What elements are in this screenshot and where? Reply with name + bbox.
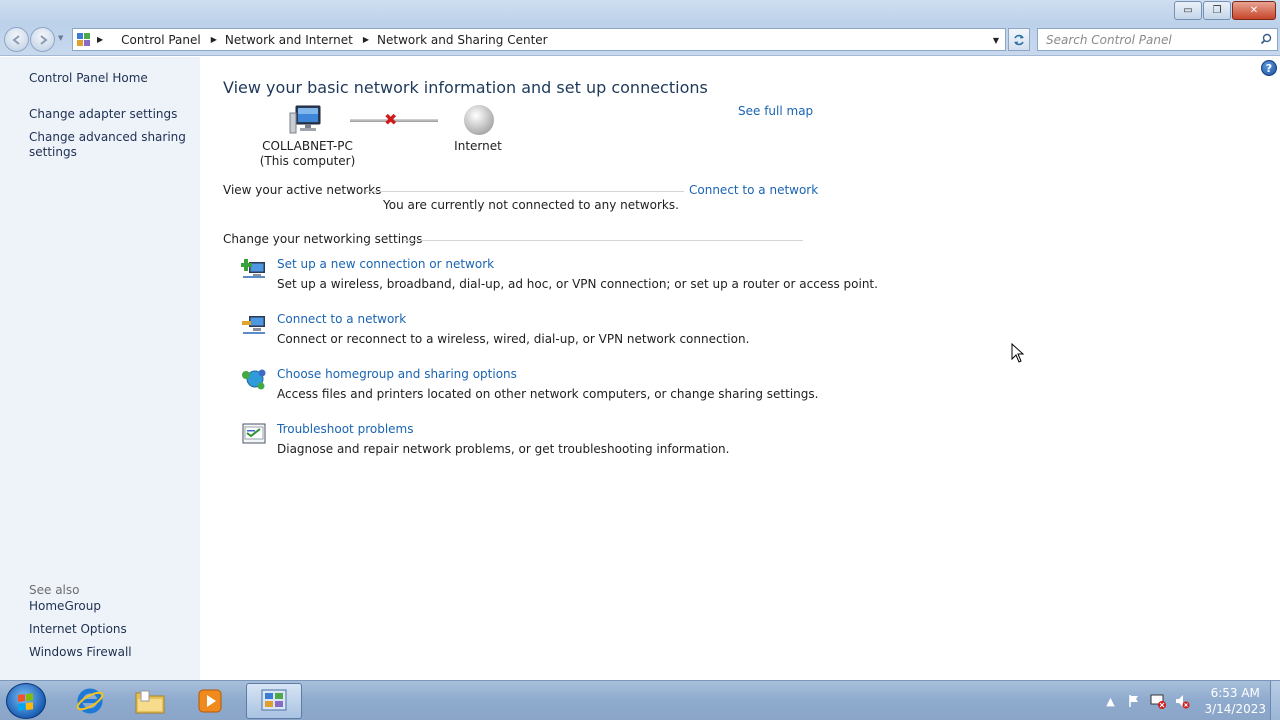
active-networks-label: View your active networks	[223, 183, 382, 197]
divider	[404, 240, 803, 241]
action-center-flag-icon[interactable]	[1126, 693, 1142, 709]
connect-network-icon	[242, 316, 265, 334]
media-player-icon	[198, 689, 222, 713]
folder-icon	[135, 690, 165, 714]
control-panel-home-link[interactable]: Control Panel Home	[29, 71, 148, 86]
close-button[interactable]: ✕	[1232, 1, 1276, 20]
refresh-icon	[1014, 34, 1024, 45]
computer-icon[interactable]	[289, 105, 323, 135]
back-button[interactable]	[4, 27, 29, 52]
taskbar-media-player[interactable]	[182, 683, 238, 719]
system-clock[interactable]: 6:53 AM 3/14/2023	[1204, 685, 1266, 717]
taskbar-control-panel[interactable]	[246, 683, 302, 719]
maximize-button[interactable]: ❐	[1203, 1, 1231, 20]
system-tray: ▲ 6:53 AM 3/14/2023	[1094, 681, 1266, 720]
clock-date: 3/14/2023	[1204, 702, 1266, 716]
clock-time: 6:53 AM	[1210, 686, 1260, 700]
breadcrumb-label: Network and Internet	[224, 32, 353, 47]
volume-muted-icon[interactable]	[1174, 693, 1190, 709]
homegroup-icon	[242, 369, 266, 390]
breadcrumb-arrow-icon[interactable]: ▶	[363, 35, 369, 44]
connect-to-network-link[interactable]: Connect to a network	[689, 183, 818, 197]
mouse-cursor-icon	[1011, 343, 1025, 363]
show-desktop-button[interactable]	[1270, 681, 1280, 720]
left-pane: Control Panel Home Change adapter settin…	[0, 57, 200, 680]
homegroup-link[interactable]: HomeGroup	[29, 599, 101, 614]
network-disconnected-icon[interactable]	[1150, 693, 1167, 709]
breadcrumb-label: Control Panel	[121, 32, 201, 47]
troubleshoot-description: Diagnose and repair network problems, or…	[277, 442, 730, 456]
forward-arrow-icon	[39, 34, 48, 45]
disconnected-x-icon[interactable]: ✖	[384, 110, 397, 129]
setup-connection-description: Set up a wireless, broadband, dial-up, a…	[277, 277, 878, 291]
page-title: View your basic network information and …	[223, 78, 708, 97]
internet-options-link[interactable]: Internet Options	[29, 622, 127, 637]
address-dropdown-icon[interactable]: ▼	[993, 36, 999, 45]
not-connected-message: You are currently not connected to any n…	[383, 198, 679, 212]
taskbar-windows-explorer[interactable]	[122, 683, 178, 719]
back-arrow-icon	[11, 34, 20, 45]
title-bar: ▭ ❐ ✕	[0, 0, 1280, 24]
connect-network-link[interactable]: Connect to a network	[277, 312, 406, 326]
breadcrumb-label: Network and Sharing Center	[377, 32, 548, 47]
computer-name: COLLABNET-PC	[262, 139, 353, 153]
start-button[interactable]	[6, 683, 46, 719]
internet-globe-icon[interactable]	[464, 105, 494, 135]
change-advanced-sharing-link[interactable]: Change advanced sharing settings	[29, 130, 189, 160]
windows-logo-icon	[18, 693, 34, 711]
breadcrumb-root-arrow[interactable]: ▶	[97, 35, 113, 44]
see-full-map-link[interactable]: See full map	[738, 104, 813, 118]
taskbar: ▲ 6:53 AM 3/14/2023	[0, 680, 1280, 720]
homegroup-link[interactable]: Choose homegroup and sharing options	[277, 367, 517, 381]
window-controls: ▭ ❐ ✕	[1173, 1, 1276, 20]
troubleshoot-icon	[242, 423, 266, 444]
see-also-label: See also	[29, 583, 80, 597]
control-panel-icon	[77, 32, 91, 47]
windows-firewall-link[interactable]: Windows Firewall	[29, 645, 132, 660]
homegroup-description: Access files and printers located on oth…	[277, 387, 819, 401]
refresh-button[interactable]	[1008, 28, 1030, 51]
networking-settings-label: Change your networking settings	[223, 232, 423, 246]
search-box[interactable]: Search Control Panel	[1037, 28, 1278, 51]
taskbar-internet-explorer[interactable]	[62, 683, 118, 719]
breadcrumb-arrow-icon[interactable]: ▶	[211, 35, 217, 44]
computer-subtitle: (This computer)	[259, 154, 356, 168]
computer-label: COLLABNET-PC (This computer)	[240, 139, 375, 169]
setup-connection-link[interactable]: Set up a new connection or network	[277, 257, 494, 271]
change-adapter-settings-link[interactable]: Change adapter settings	[29, 107, 177, 122]
address-bar[interactable]: ▶ Control Panel ▶ Network and Internet ▶…	[72, 28, 1006, 51]
new-connection-icon	[241, 259, 265, 278]
internet-label: Internet	[454, 139, 502, 153]
main-content: ? View your basic network information an…	[200, 57, 1280, 680]
navigation-bar: ▼ ▶ Control Panel ▶ Network and Internet…	[0, 24, 1280, 56]
troubleshoot-link[interactable]: Troubleshoot problems	[277, 422, 413, 436]
connect-network-description: Connect or reconnect to a wireless, wire…	[277, 332, 750, 346]
search-icon[interactable]	[1260, 33, 1272, 45]
recent-pages-dropdown[interactable]: ▼	[58, 34, 63, 42]
help-icon[interactable]: ?	[1261, 60, 1277, 76]
search-input[interactable]: Search Control Panel	[1046, 33, 1172, 47]
minimize-button[interactable]: ▭	[1174, 1, 1202, 20]
forward-button[interactable]	[30, 27, 55, 52]
breadcrumb-network-sharing-center[interactable]: Network and Sharing Center	[377, 33, 548, 47]
breadcrumb-network-internet[interactable]: Network and Internet ▶	[225, 33, 369, 47]
breadcrumb-control-panel[interactable]: Control Panel ▶	[121, 33, 217, 47]
show-hidden-icons-icon[interactable]: ▲	[1102, 693, 1118, 709]
control-panel-icon	[261, 689, 287, 711]
internet-explorer-icon	[76, 688, 104, 714]
divider	[366, 191, 684, 192]
